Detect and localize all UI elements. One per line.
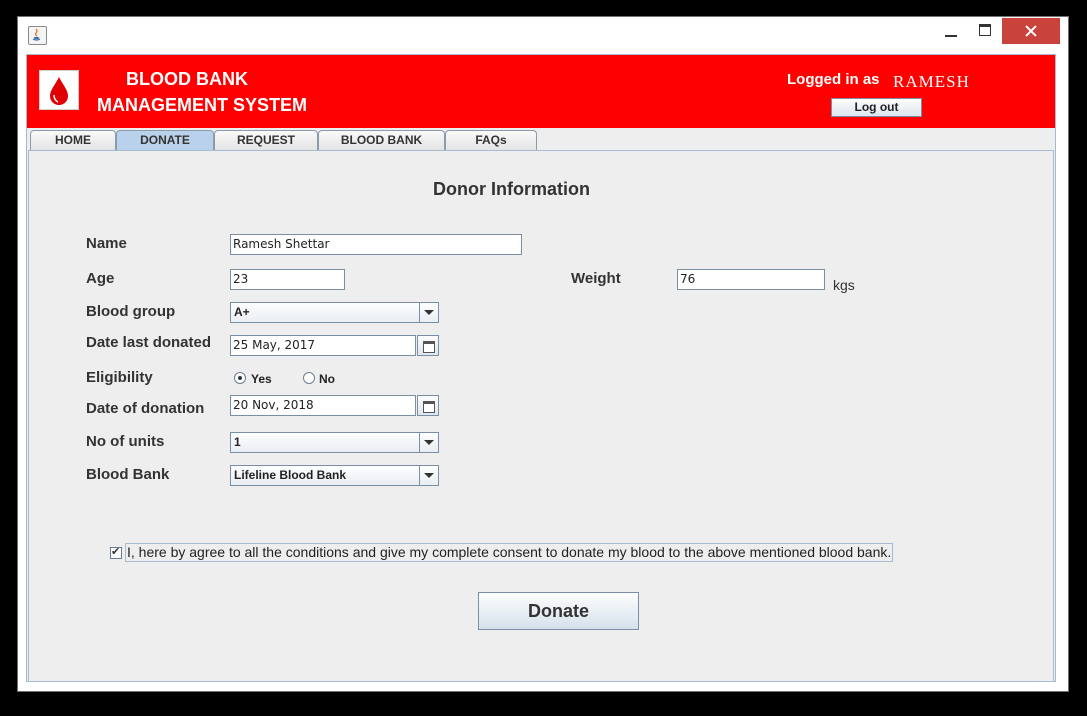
- eligibility-no-label: No: [319, 372, 335, 386]
- logout-button[interactable]: Log out: [831, 98, 922, 117]
- eligibility-no-radio[interactable]: [303, 372, 315, 384]
- units-select[interactable]: 1: [230, 432, 439, 453]
- close-button[interactable]: [1002, 18, 1060, 44]
- logged-in-label: Logged in as: [787, 71, 880, 88]
- consent-checkbox[interactable]: [110, 545, 122, 559]
- eligibility-yes-label: Yes: [251, 372, 272, 386]
- donate-panel: Donor Information Name Ramesh Shettar Ag…: [28, 150, 1054, 682]
- user-name: RAMESH: [893, 72, 970, 91]
- tab-donate[interactable]: DONATE: [116, 130, 214, 150]
- calendar-icon[interactable]: [417, 335, 439, 356]
- date-last-donated-field[interactable]: 25 May, 2017: [230, 335, 416, 356]
- units-value: 1: [234, 435, 241, 449]
- app-header: BLOOD BANK MANAGEMENT SYSTEM Logged in a…: [27, 55, 1055, 128]
- blood-bank-value: Lifeline Blood Bank: [234, 468, 347, 482]
- title-bar: [18, 17, 1068, 53]
- java-app-icon[interactable]: [28, 26, 47, 45]
- blood-group-label: Blood group: [86, 303, 176, 320]
- weight-units: kgs: [833, 277, 855, 293]
- calendar-icon[interactable]: [417, 395, 439, 416]
- app-title-line1: BLOOD BANK: [126, 69, 248, 89]
- app-window: BLOOD BANK MANAGEMENT SYSTEM Logged in a…: [17, 16, 1069, 692]
- chevron-down-icon[interactable]: [419, 466, 438, 485]
- date-of-donation-label: Date of donation: [86, 400, 205, 417]
- section-title: Donor Information: [433, 179, 590, 199]
- donate-button[interactable]: Donate: [478, 592, 639, 630]
- blood-group-value: A+: [234, 305, 250, 319]
- tab-faqs[interactable]: FAQs: [445, 130, 537, 150]
- units-label: No of units: [86, 433, 165, 450]
- age-field[interactable]: 23: [230, 269, 345, 290]
- eligibility-label: Eligibility: [86, 369, 153, 386]
- maximize-button[interactable]: [968, 18, 1002, 44]
- blood-bank-select[interactable]: Lifeline Blood Bank: [230, 465, 439, 486]
- tab-request[interactable]: REQUEST: [214, 130, 318, 150]
- chevron-down-icon[interactable]: [419, 433, 438, 452]
- date-of-donation-field[interactable]: 20 Nov, 2018: [230, 395, 416, 416]
- weight-field[interactable]: 76: [677, 269, 825, 290]
- name-label: Name: [86, 235, 127, 252]
- consent-text[interactable]: I, here by agree to all the conditions a…: [125, 543, 893, 562]
- blood-drop-icon: [39, 70, 79, 110]
- tab-blood-bank[interactable]: BLOOD BANK: [318, 130, 445, 150]
- tab-home[interactable]: HOME: [30, 130, 116, 150]
- eligibility-yes-radio[interactable]: [234, 372, 246, 384]
- date-last-donated-label: Date last donated: [86, 334, 212, 351]
- app-title-line2: MANAGEMENT SYSTEM: [97, 95, 308, 115]
- age-label: Age: [86, 270, 115, 287]
- blood-bank-label: Blood Bank: [86, 466, 170, 483]
- tab-bar: HOME DONATE REQUEST BLOOD BANK FAQs: [27, 130, 1055, 150]
- blood-group-select[interactable]: A+: [230, 302, 439, 323]
- app-content: BLOOD BANK MANAGEMENT SYSTEM Logged in a…: [26, 54, 1056, 682]
- chevron-down-icon[interactable]: [419, 303, 438, 322]
- minimize-button[interactable]: [934, 18, 968, 44]
- weight-label: Weight: [571, 270, 621, 287]
- name-field[interactable]: Ramesh Shettar: [230, 234, 522, 255]
